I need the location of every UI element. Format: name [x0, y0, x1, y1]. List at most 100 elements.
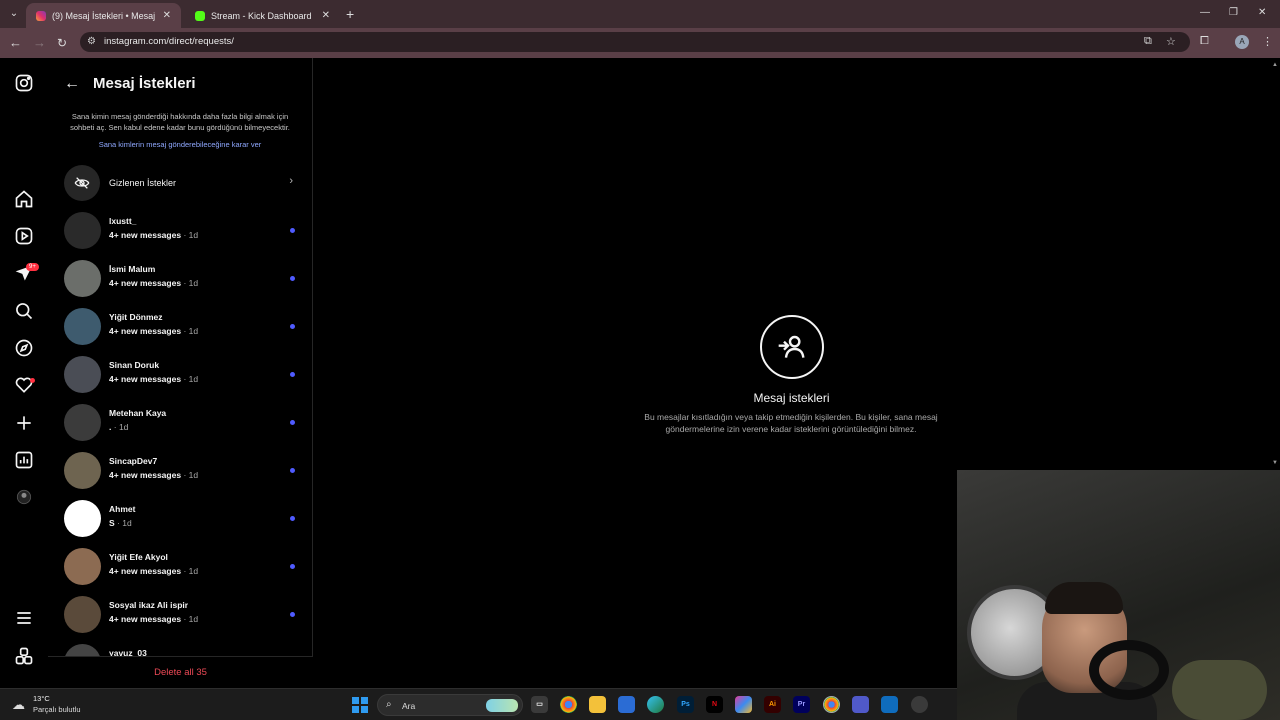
- avatar: [64, 212, 101, 249]
- hidden-requests-label: Gizlenen İstekler: [109, 178, 177, 188]
- request-row[interactable]: SincapDev7 4+ new messages · 1d: [64, 452, 299, 492]
- also-from-meta-icon[interactable]: [14, 646, 34, 666]
- messages-badge: 9+: [26, 263, 39, 271]
- app-icon[interactable]: [911, 696, 928, 713]
- close-tab-icon[interactable]: ✕: [163, 10, 171, 21]
- tab-instagram[interactable]: (9) Mesaj İstekleri • Mesajlar ✕: [26, 3, 181, 28]
- extensions-icon[interactable]: ⧠: [1200, 35, 1209, 48]
- reload-icon[interactable]: ↻: [57, 35, 67, 51]
- hidden-requests-row[interactable]: Gizlenen İstekler ›: [64, 164, 299, 202]
- unread-dot: [290, 228, 295, 233]
- unread-dot: [290, 276, 295, 281]
- profile-icon[interactable]: [14, 487, 34, 507]
- create-plus-icon[interactable]: [14, 413, 34, 433]
- request-row[interactable]: Sinan Doruk 4+ new messages · 1d: [64, 356, 299, 396]
- close-tab-icon[interactable]: ✕: [322, 10, 330, 21]
- home-icon[interactable]: [14, 189, 34, 209]
- kick-favicon-icon: [195, 10, 205, 21]
- store-icon[interactable]: [618, 696, 635, 713]
- notification-dot: [30, 378, 35, 383]
- request-preview: 4+ new messages · 1d: [109, 326, 198, 336]
- request-row[interactable]: lxustt_ 4+ new messages · 1d: [64, 212, 299, 252]
- outlook-icon[interactable]: [881, 696, 898, 713]
- weather-temperature[interactable]: 13°C: [33, 694, 50, 703]
- new-tab-button[interactable]: +: [346, 6, 354, 22]
- request-row[interactable]: Ahmet S · 1d: [64, 500, 299, 540]
- weather-cloud-icon[interactable]: ☁: [12, 697, 25, 713]
- weather-condition[interactable]: Parçalı bulutlu: [33, 705, 81, 714]
- person-hair: [1045, 582, 1123, 614]
- avatar: [64, 596, 101, 633]
- taskbar-search-placeholder: Ara: [402, 701, 416, 711]
- photoshop-icon[interactable]: Ps: [677, 696, 694, 713]
- site-settings-icon[interactable]: ⚙: [87, 36, 96, 47]
- request-time: · 1d: [183, 374, 199, 384]
- unread-dot: [290, 324, 295, 329]
- premiere-icon[interactable]: Pr: [793, 696, 810, 713]
- delete-all-button[interactable]: Delete all 35: [48, 667, 313, 678]
- illustrator-icon[interactable]: Ai: [764, 696, 781, 713]
- edge-icon[interactable]: [647, 696, 664, 713]
- request-row[interactable]: Metehan Kaya . · 1d: [64, 404, 299, 444]
- request-row[interactable]: Sosyal ikaz Ali ispir 4+ new messages · 1…: [64, 596, 299, 636]
- unread-dot: [290, 420, 295, 425]
- scroll-down-arrow-icon[interactable]: ▼: [1272, 460, 1278, 466]
- copilot-icon[interactable]: [735, 696, 752, 713]
- forward-icon[interactable]: →: [33, 35, 46, 51]
- teams-icon[interactable]: [852, 696, 869, 713]
- request-time: · 1d: [183, 566, 199, 576]
- avatar: [64, 260, 101, 297]
- back-arrow-icon[interactable]: ←: [64, 75, 80, 93]
- request-row[interactable]: Yiğit Efe Akyol 4+ new messages · 1d: [64, 548, 299, 588]
- request-preview: S · 1d: [109, 518, 132, 528]
- message-controls-link[interactable]: Sana kimlerin mesaj gönderebileceğine ka…: [60, 140, 300, 149]
- dashboard-icon[interactable]: [14, 450, 34, 470]
- webcam-overlay: [957, 470, 1280, 720]
- request-preview: . · 1d: [109, 422, 128, 432]
- url-text[interactable]: instagram.com/direct/requests/: [104, 36, 234, 47]
- request-summary: 4+ new messages: [109, 278, 182, 288]
- instagram-logo-icon[interactable]: [14, 73, 34, 93]
- taskbar-search[interactable]: ⌕ Ara: [377, 694, 523, 716]
- profile-avatar[interactable]: A: [1235, 35, 1249, 49]
- reels-icon[interactable]: [14, 226, 34, 246]
- back-icon[interactable]: ←: [9, 35, 22, 51]
- request-time: · 1d: [183, 470, 199, 480]
- windows-start-icon[interactable]: [352, 697, 368, 713]
- more-menu-icon[interactable]: [14, 608, 34, 628]
- request-summary: 4+ new messages: [109, 470, 182, 480]
- avatar: [64, 452, 101, 489]
- explore-icon[interactable]: [14, 338, 34, 358]
- tab-search-button[interactable]: ⌄: [5, 5, 23, 23]
- tab-title: Stream - Kick Dashboard: [211, 10, 312, 21]
- unread-dot: [290, 564, 295, 569]
- tab-kick[interactable]: Stream - Kick Dashboard ✕: [185, 3, 340, 28]
- netflix-icon[interactable]: N: [706, 696, 723, 713]
- headset: [1089, 640, 1169, 700]
- file-explorer-icon[interactable]: [589, 696, 606, 713]
- address-bar[interactable]: [80, 32, 1190, 52]
- request-preview: 4+ new messages · 1d: [109, 374, 198, 384]
- close-window-icon[interactable]: ✕: [1258, 7, 1266, 18]
- restore-icon[interactable]: ❐: [1229, 7, 1238, 18]
- unread-dot: [290, 612, 295, 617]
- request-time: · 1d: [183, 278, 199, 288]
- tab-title: (9) Mesaj İstekleri • Mesajlar: [52, 10, 155, 21]
- request-time: · 1d: [183, 230, 199, 240]
- install-app-icon[interactable]: ⧉: [1144, 35, 1152, 48]
- bookmark-star-icon[interactable]: ☆: [1166, 35, 1176, 48]
- search-icon: ⌕: [386, 699, 392, 710]
- request-preview: 4+ new messages · 1d: [109, 230, 198, 240]
- task-view-icon[interactable]: ▭: [531, 696, 548, 713]
- chrome-profile-icon[interactable]: [823, 696, 840, 713]
- scroll-up-arrow-icon[interactable]: ▲: [1272, 62, 1278, 68]
- request-name: Metehan Kaya: [109, 408, 167, 418]
- request-row[interactable]: Yiğit Dönmez 4+ new messages · 1d: [64, 308, 299, 348]
- request-name: Yiğit Dönmez: [109, 312, 163, 322]
- menu-dots-icon[interactable]: ⋮: [1262, 35, 1273, 48]
- minimize-icon[interactable]: —: [1200, 7, 1210, 18]
- search-icon[interactable]: [14, 301, 34, 321]
- empty-state-description: Bu mesajlar kısıtladığın veya takip etme…: [644, 412, 938, 434]
- request-row[interactable]: İsmi Malum 4+ new messages · 1d: [64, 260, 299, 300]
- chrome-icon[interactable]: [560, 696, 577, 713]
